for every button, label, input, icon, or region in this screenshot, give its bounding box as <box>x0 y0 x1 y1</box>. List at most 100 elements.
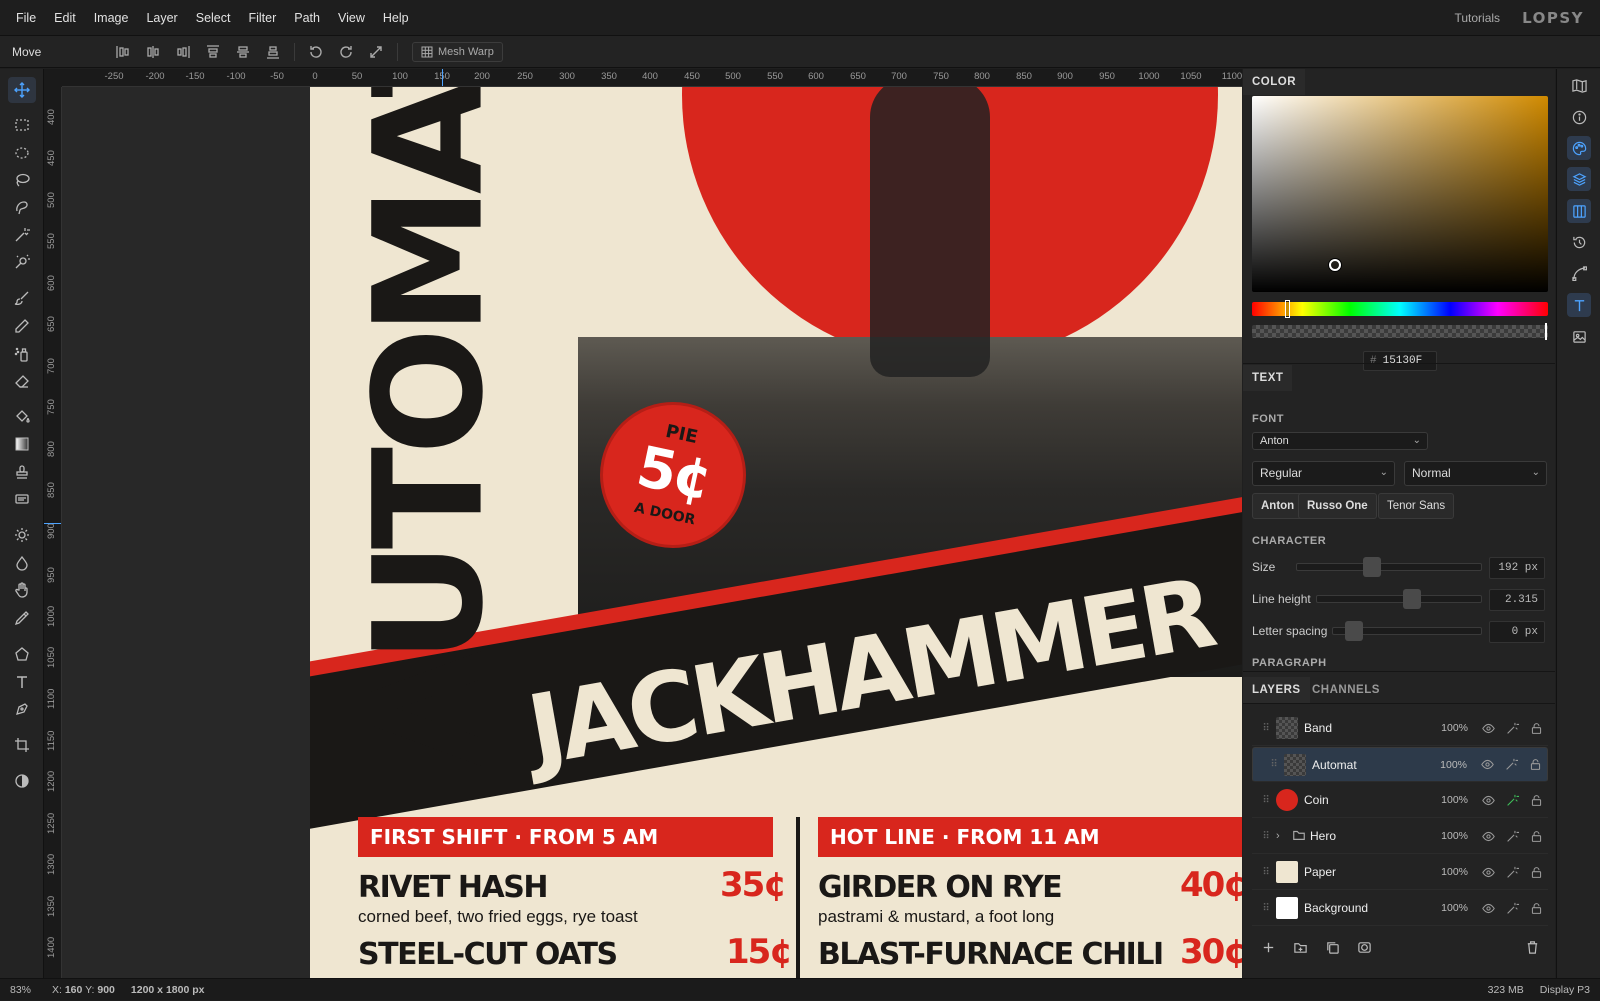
effects-icon[interactable] <box>1500 862 1524 882</box>
info-icon[interactable] <box>1567 105 1591 129</box>
effects-icon[interactable] <box>1500 826 1524 846</box>
align-top-icon[interactable] <box>203 42 223 62</box>
text-panel-icon[interactable] <box>1567 293 1591 317</box>
font-chip-russo-one[interactable]: Russo One <box>1298 493 1377 519</box>
alpha-slider[interactable] <box>1252 325 1548 338</box>
effects-icon[interactable] <box>1500 898 1524 918</box>
polygon-icon[interactable] <box>8 641 36 667</box>
brush-icon[interactable] <box>8 285 36 311</box>
font-style-select[interactable]: Normal ⌄ <box>1404 461 1547 486</box>
rect-select-icon[interactable] <box>8 112 36 138</box>
eye-icon[interactable] <box>1476 790 1500 810</box>
align-center-h-icon[interactable] <box>143 42 163 62</box>
tab-color[interactable]: COLOR <box>1243 69 1306 95</box>
canvas-area[interactable]: AUTOMAT JACKHAMMER FUEL FOR THE BUILDERS… <box>62 87 1242 978</box>
drag-handle-icon[interactable]: ⠿ <box>1256 795 1276 806</box>
menu-item-price[interactable]: 30¢ <box>1180 932 1242 972</box>
menu-item-price[interactable]: 40¢ <box>1180 865 1242 905</box>
type-icon[interactable] <box>8 669 36 695</box>
eyedropper-icon[interactable] <box>8 605 36 631</box>
menu-layer[interactable]: Layer <box>137 0 186 36</box>
pencil-icon[interactable] <box>8 313 36 339</box>
eraser-icon[interactable] <box>8 368 36 394</box>
lock-icon[interactable] <box>1524 718 1548 738</box>
alpha-slider-handle[interactable] <box>1545 323 1547 340</box>
zoom-level[interactable]: 83% <box>0 984 44 996</box>
line-height-input[interactable]: 2.315 <box>1489 589 1545 611</box>
layer-row-hero[interactable]: ⠿ › Hero 100% <box>1252 819 1548 854</box>
worker-figure[interactable] <box>870 87 990 377</box>
menu-item-name[interactable]: GIRDER ON RYE <box>818 870 1063 905</box>
channels-icon[interactable] <box>1567 199 1591 223</box>
add-layer-icon[interactable] <box>1252 935 1284 959</box>
layer-row-background[interactable]: ⠿ Background 100% <box>1252 891 1548 926</box>
letter-spacing-input[interactable]: 0 px <box>1489 621 1545 643</box>
map-icon[interactable] <box>1567 73 1591 97</box>
menu-item-name[interactable]: BLAST-FURNACE CHILI <box>818 937 1164 972</box>
menu-filter[interactable]: Filter <box>239 0 285 36</box>
menu-item-desc[interactable]: corned beef, two fried eggs, rye toast <box>358 907 638 927</box>
automat-text-layer[interactable]: AUTOMAT <box>343 87 517 767</box>
menu-path[interactable]: Path <box>285 0 329 36</box>
size-input[interactable]: 192 px <box>1489 557 1545 579</box>
menu-item-price[interactable]: 15¢ <box>726 932 793 972</box>
mesh-warp-button[interactable]: Mesh Warp <box>412 41 503 62</box>
crop-icon[interactable] <box>8 732 36 758</box>
align-center-v-icon[interactable] <box>233 42 253 62</box>
letter-spacing-slider[interactable] <box>1332 621 1482 641</box>
rotate-right-icon[interactable] <box>336 42 356 62</box>
effects-icon[interactable] <box>1500 718 1524 738</box>
spray-icon[interactable] <box>8 341 36 367</box>
trash-icon[interactable] <box>1516 935 1548 959</box>
tab-text[interactable]: TEXT <box>1243 365 1293 391</box>
color-field[interactable] <box>1252 96 1548 292</box>
chevron-right-icon[interactable]: › <box>1276 830 1292 842</box>
font-family-select[interactable]: Anton ⌄ <box>1252 432 1428 450</box>
letter-spacing-slider-handle[interactable] <box>1345 621 1363 641</box>
tab-channels[interactable]: CHANNELS <box>1303 677 1389 703</box>
hue-slider-handle[interactable] <box>1285 300 1290 318</box>
menu-item-name[interactable]: RIVET HASH <box>358 870 548 905</box>
effects-icon[interactable] <box>1499 755 1523 775</box>
menu-help[interactable]: Help <box>374 0 418 36</box>
menu-item-name[interactable]: STEEL-CUT OATS <box>358 937 618 972</box>
rotate-left-icon[interactable] <box>306 42 326 62</box>
line-height-slider-handle[interactable] <box>1403 589 1421 609</box>
layer-row-coin[interactable]: ⠿ Coin 100% <box>1252 783 1548 818</box>
line-height-slider[interactable] <box>1316 589 1482 609</box>
history-icon[interactable] <box>1567 230 1591 254</box>
effects-active-icon[interactable] <box>1500 790 1524 810</box>
menu-view[interactable]: View <box>329 0 374 36</box>
menu-edit[interactable]: Edit <box>45 0 85 36</box>
hand-icon[interactable] <box>8 577 36 603</box>
drag-handle-icon[interactable]: ⠿ <box>1256 903 1276 914</box>
contrast-icon[interactable] <box>8 768 36 794</box>
eye-icon[interactable] <box>1476 862 1500 882</box>
section-header-first-shift[interactable]: FIRST SHIFT · FROM 5 AM <box>358 817 773 857</box>
font-chip-tenor-sans[interactable]: Tenor Sans <box>1378 493 1455 519</box>
blur-icon[interactable] <box>8 550 36 576</box>
menu-select[interactable]: Select <box>187 0 240 36</box>
hue-slider[interactable] <box>1252 302 1548 316</box>
text-layer-icon[interactable] <box>8 486 36 512</box>
drag-handle-icon[interactable]: ⠿ <box>1256 867 1276 878</box>
font-weight-select[interactable]: Regular ⌄ <box>1252 461 1395 486</box>
pen-icon[interactable] <box>8 696 36 722</box>
layer-row-band[interactable]: ⠿ Band 100% <box>1252 711 1548 746</box>
gradient-icon[interactable] <box>8 431 36 457</box>
layer-row-automat[interactable]: ⠿ Automat 100% <box>1252 747 1548 782</box>
mask-icon[interactable] <box>1348 935 1380 959</box>
dodge-icon[interactable] <box>8 522 36 548</box>
eye-icon[interactable] <box>1476 718 1500 738</box>
size-slider-handle[interactable] <box>1363 557 1381 577</box>
menu-item-price[interactable]: 35¢ <box>720 865 787 905</box>
palette-icon[interactable] <box>1567 136 1591 160</box>
font-chip-anton[interactable]: Anton <box>1252 493 1304 519</box>
menu-file[interactable]: File <box>7 0 45 36</box>
lasso-icon[interactable] <box>8 167 36 193</box>
magic-wand-icon[interactable] <box>8 222 36 248</box>
curve-path-icon[interactable] <box>1567 261 1591 285</box>
drag-handle-icon[interactable]: ⠿ <box>1264 755 1284 775</box>
layer-row-paper[interactable]: ⠿ Paper 100% <box>1252 855 1548 890</box>
align-left-icon[interactable] <box>113 42 133 62</box>
